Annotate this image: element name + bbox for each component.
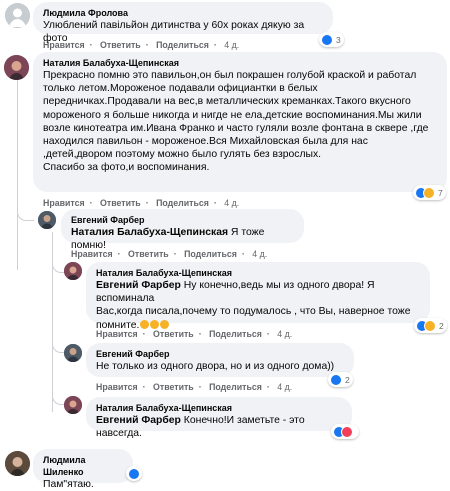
reaction-count: 2 — [439, 320, 444, 331]
comment-author[interactable]: Людмила Фролова — [43, 7, 323, 19]
comment-bubble: Людмила Фролова Улюблений павільйон дити… — [33, 2, 333, 44]
profile-photo-icon — [4, 55, 29, 80]
share-button[interactable]: Поделиться — [209, 329, 262, 339]
share-button[interactable]: Поделиться — [209, 382, 262, 392]
comment-text: Не только из одного двора, но и из одног… — [96, 361, 335, 372]
reaction-summary[interactable]: 7 — [413, 185, 446, 200]
comment-timestamp[interactable]: 4 д. — [277, 329, 292, 339]
profile-photo-icon — [64, 396, 82, 414]
comment-text-line: Евгений Фарбер Ну конечно,ведь мы из одн… — [96, 280, 375, 305]
comment-author[interactable]: Евгений Фарбер — [96, 348, 344, 360]
avatar[interactable] — [38, 211, 56, 229]
profile-photo-icon — [64, 344, 82, 362]
like-button[interactable]: Нравится — [43, 40, 85, 50]
avatar[interactable] — [64, 262, 82, 280]
comment-text-line: Прекрасно помню это павильон,он был покр… — [43, 70, 417, 81]
comment-text-line: Спасибо за фото,и воспоминания. — [43, 162, 210, 174]
reply-button[interactable]: Ответить — [153, 329, 194, 339]
like-button[interactable]: Нравится — [96, 382, 138, 392]
avatar[interactable] — [64, 396, 82, 414]
comment-bubble: Наталия Балабуха-Щепинская Евгений Фарбе… — [86, 397, 352, 439]
hugging-face-emoji-icon — [160, 320, 170, 330]
comment-text-line: находился павильон - мороженое.Вся Михай… — [43, 136, 368, 148]
avatar[interactable] — [4, 55, 29, 80]
reaction-summary[interactable] — [331, 424, 359, 439]
comment-text-line: возле кинотеатра им.Ивана Франко и часто… — [43, 122, 429, 134]
reply-button[interactable]: Ответить — [100, 40, 141, 50]
reply-button[interactable]: Ответить — [100, 198, 141, 208]
comment-text-line: Вас,когда писала,почему то подумалось , … — [96, 306, 411, 318]
profile-photo-icon — [38, 211, 56, 229]
comment-author[interactable]: Наталия Балабуха-Щепинская — [96, 402, 342, 414]
comment-text-line: ,детей,двором поэтому можно было гулять … — [43, 149, 322, 161]
comment-bubble: Наталия Балабуха-Щепинская Прекрасно пом… — [33, 52, 447, 192]
comment-actions: Нравится · Ответить · Поделиться · 4 д. — [43, 40, 240, 50]
thread-line — [17, 80, 18, 270]
reply-button[interactable]: Ответить — [153, 382, 194, 392]
profile-photo-icon — [64, 262, 82, 280]
default-avatar-icon — [5, 3, 30, 28]
smiling-face-emoji-icon — [150, 320, 160, 330]
comment-bubble: Евгений Фарбер Наталия Балабуха-Щепинска… — [61, 209, 304, 251]
thumbs-up-emoji-icon — [140, 320, 150, 330]
mention-link[interactable]: Евгений Фарбер — [96, 415, 181, 426]
reply-button[interactable]: Ответить — [128, 249, 169, 259]
comment-author[interactable]: Наталия Балабуха-Щепинская — [96, 267, 420, 279]
comment-text: Пам"ятаю. — [43, 479, 94, 490]
love-reaction-icon — [341, 425, 353, 438]
comment-actions: Нравится · Ответить · Поделиться · 4 д. — [71, 249, 268, 259]
like-reaction-icon — [128, 467, 140, 480]
comment-text: Евгений Фарбер Конечно!И заметьте - это … — [96, 415, 305, 440]
comment-author[interactable]: Евгений Фарбер — [71, 214, 294, 226]
avatar[interactable] — [64, 344, 82, 362]
like-button[interactable]: Нравится — [43, 198, 85, 208]
thread-connector — [52, 392, 65, 405]
mention-link[interactable]: Евгений Фарбер — [96, 280, 181, 291]
reaction-summary[interactable]: 3 — [319, 32, 344, 47]
comment-author[interactable]: Людмила Шиленко — [43, 454, 123, 478]
thread-connector — [52, 340, 65, 353]
like-reaction-icon — [321, 33, 333, 46]
comment-actions: Нравится · Ответить · Поделиться · 4 д. — [96, 382, 293, 392]
thread-connector — [17, 196, 34, 221]
comment-bubble: Людмила Шиленко Пам"ятаю. — [33, 449, 133, 490]
comment-timestamp[interactable]: 4 д. — [224, 198, 239, 208]
reaction-summary[interactable] — [126, 466, 142, 481]
reaction-summary[interactable]: 2 — [414, 318, 447, 333]
comment-timestamp[interactable]: 4 д. — [277, 382, 292, 392]
like-reaction-icon — [330, 373, 342, 386]
share-button[interactable]: Поделиться — [156, 198, 209, 208]
comment-actions: Нравится · Ответить · Поделиться · 4 д. — [43, 198, 240, 208]
comment-bubble: Наталия Балабуха-Щепинская Евгений Фарбе… — [86, 262, 430, 331]
like-button[interactable]: Нравится — [71, 249, 113, 259]
reaction-summary[interactable]: 2 — [328, 372, 353, 387]
comment-author[interactable]: Наталия Балабуха-Щепинская — [43, 57, 437, 69]
reaction-count: 7 — [438, 187, 443, 198]
comment-text-line: передничках.Продавали на вес,в металличе… — [43, 96, 411, 108]
share-button[interactable]: Поделиться — [156, 40, 209, 50]
comment-text-line: мороженого я больше никогда и нигде не е… — [43, 109, 422, 121]
comment-timestamp[interactable]: 4 д. — [252, 249, 267, 259]
comment-text-line: только летом.Мороженое подавали официант… — [43, 83, 318, 95]
comment-bubble: Евгений Фарбер Не только из одного двора… — [86, 343, 354, 377]
reaction-count: 3 — [336, 34, 341, 45]
care-reaction-icon — [423, 186, 435, 199]
care-reaction-icon — [424, 319, 436, 332]
share-button[interactable]: Поделиться — [184, 249, 237, 259]
avatar[interactable] — [5, 3, 30, 28]
profile-photo-icon — [5, 451, 30, 476]
avatar[interactable] — [5, 451, 30, 476]
reaction-count: 2 — [345, 374, 350, 385]
like-button[interactable]: Нравится — [96, 329, 138, 339]
comment-actions: Нравится · Ответить · Поделиться · 4 д. — [96, 329, 293, 339]
comment-timestamp[interactable]: 4 д. — [224, 40, 239, 50]
mention-link[interactable]: Наталия Балабуха-Щепинская — [71, 227, 228, 238]
